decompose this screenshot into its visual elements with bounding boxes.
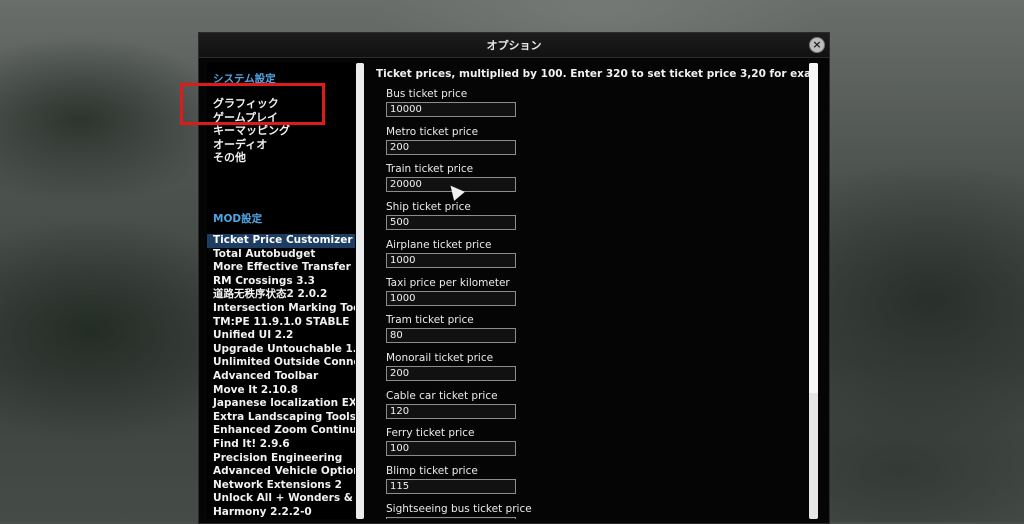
mod-list-item[interactable]: Intersection Marking Tool <box>207 302 355 316</box>
ticket-price-field: Tram ticket price <box>386 313 516 344</box>
panel-scrollbar[interactable] <box>809 63 818 519</box>
ticket-price-field: Ferry ticket price <box>386 426 516 457</box>
mod-list-item[interactable]: Unified UI 2.2 <box>207 329 355 343</box>
ticket-price-field: Taxi price per kilometer <box>386 276 516 306</box>
field-label: Cable car ticket price <box>386 389 498 402</box>
price-input[interactable] <box>386 403 516 419</box>
ticket-price-field: Ship ticket price <box>386 200 516 231</box>
price-input[interactable] <box>386 177 516 193</box>
panel-scroll-thumb[interactable] <box>809 63 818 393</box>
price-input[interactable] <box>386 516 516 519</box>
price-input[interactable] <box>386 139 516 155</box>
ticket-price-field: Monorail ticket price <box>386 351 516 381</box>
price-input[interactable] <box>386 365 516 381</box>
options-dialog: オプション × システム設定 グラフィック ゲームプレイ キーマッピング オーディオそ… <box>198 32 830 524</box>
mod-options-panel: Ticket prices, multiplied by 100. Enter … <box>372 63 812 519</box>
price-input[interactable] <box>386 479 516 494</box>
mod-list-item[interactable]: Move It 2.10.8 <box>207 384 355 398</box>
mod-list-item[interactable]: Japanese localization EX M <box>207 397 355 411</box>
ticket-price-field: Cable car ticket price <box>386 389 516 419</box>
field-label: Bus ticket price <box>386 88 468 100</box>
ticket-price-field: Bus ticket price <box>386 87 516 117</box>
mod-settings-header: MOD設定 <box>213 213 263 225</box>
mod-list-item[interactable]: Find It! 2.9.6 <box>207 438 355 452</box>
mod-list-item[interactable]: Extra Landscaping Tools <box>207 411 355 425</box>
dialog-title: オプション <box>486 39 542 52</box>
mod-list-item[interactable]: Advanced Vehicle Options <box>207 465 355 479</box>
mod-list-item[interactable]: Enhanced Zoom Continued <box>207 424 355 438</box>
ticket-price-field: Blimp ticket price <box>386 464 516 494</box>
field-label: Tram ticket price <box>386 314 474 327</box>
field-label: Sightseeing bus ticket price <box>386 502 532 515</box>
field-label: Ferry ticket price <box>386 427 475 440</box>
ticket-price-field: Sightseeing bus ticket price <box>386 502 532 519</box>
mod-list-item[interactable]: Unlock All + Wonders & La <box>207 492 355 506</box>
mod-list-item[interactable]: Precision Engineering <box>207 452 355 466</box>
price-input[interactable] <box>386 328 516 344</box>
mod-list-item[interactable]: Ticket Price Customizer <box>207 234 355 248</box>
ticket-price-field: Metro ticket price <box>386 125 516 155</box>
mod-list-item[interactable]: More Effective Transfer M <box>207 261 355 275</box>
category-list: グラフィック ゲームプレイ キーマッピング オーディオ その他 <box>213 97 290 165</box>
panel-description: Ticket prices, multiplied by 100. Enter … <box>376 68 812 80</box>
field-label: Blimp ticket price <box>386 465 478 477</box>
mod-list: Ticket Price Customizer Total Autobudget M… <box>207 234 355 519</box>
field-label: Monorail ticket price <box>386 351 494 364</box>
price-input[interactable] <box>386 441 516 457</box>
field-label: Taxi price per kilometer <box>386 276 510 289</box>
mod-list-item[interactable]: TM:PE 11.9.1.0 STABLE <box>207 316 355 330</box>
options-sidebar: システム設定 グラフィック ゲームプレイ キーマッピング オーディオ その他 MOD設定… <box>207 63 355 519</box>
category-item[interactable]: グラフィック <box>213 97 290 111</box>
price-input[interactable] <box>386 102 516 117</box>
close-icon[interactable]: × <box>809 37 825 53</box>
mod-list-item[interactable]: Harmony 2.2.2-0 <box>207 506 355 519</box>
price-input[interactable] <box>386 290 516 306</box>
price-input[interactable] <box>386 215 516 231</box>
field-label: Ship ticket price <box>386 201 471 214</box>
category-item[interactable]: ゲームプレイ <box>213 111 290 125</box>
category-item[interactable]: オーディオ <box>213 138 290 152</box>
field-label: Airplane ticket price <box>386 238 492 251</box>
category-item[interactable]: キーマッピング <box>213 124 290 138</box>
field-label: Train ticket price <box>386 163 474 176</box>
mod-list-item[interactable]: Upgrade Untouchable 1.1 <box>207 343 355 357</box>
dialog-titlebar[interactable]: オプション × <box>199 33 829 58</box>
mod-list-item[interactable]: Unlimited Outside Connect <box>207 356 355 370</box>
mod-list-item[interactable]: 道路无秩序状态2 2.0.2 <box>207 288 355 302</box>
category-item[interactable]: その他 <box>213 151 290 165</box>
mod-list-item[interactable]: Advanced Toolbar <box>207 370 355 384</box>
price-input[interactable] <box>386 252 516 268</box>
sidebar-scrollbar[interactable] <box>356 63 364 519</box>
mod-list-item[interactable]: Network Extensions 2 <box>207 479 355 493</box>
ticket-price-field: Train ticket price <box>386 162 516 193</box>
mod-list-item[interactable]: Total Autobudget <box>207 248 355 262</box>
mod-list-item[interactable]: RM Crossings 3.3 <box>207 275 355 289</box>
field-label: Metro ticket price <box>386 125 479 138</box>
ticket-price-field: Airplane ticket price <box>386 238 516 268</box>
system-settings-header: システム設定 <box>213 73 276 85</box>
